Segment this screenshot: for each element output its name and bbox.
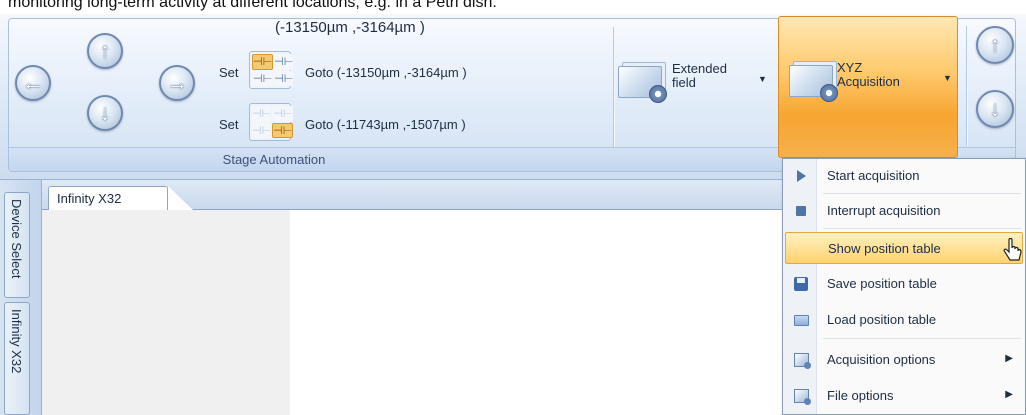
arrow-down-icon: ↓: [989, 96, 1001, 121]
menu-item-file-options[interactable]: File options ▶: [785, 380, 1023, 412]
menu-item-load-position-table[interactable]: Load position table: [785, 304, 1023, 336]
menu-item-interrupt-acquisition[interactable]: Interrupt acquisition: [785, 195, 1023, 227]
caption-text: monitoring long-term activity at differe…: [8, 0, 497, 11]
move-left-button[interactable]: ←: [15, 65, 51, 101]
move-right-button[interactable]: →: [159, 65, 195, 101]
extended-field-icon: [618, 66, 667, 103]
slot-icon[interactable]: ⊣⊢: [252, 106, 272, 122]
menu-item-acquisition-options[interactable]: Acquisition options ▶: [785, 344, 1023, 376]
set-position-1-button[interactable]: Set: [219, 65, 239, 80]
side-tab-label: Device Select: [9, 199, 24, 279]
group-separator: [966, 26, 967, 146]
slot-icon[interactable]: ⊣⊢: [252, 122, 272, 138]
group-label: Stage Automation: [222, 152, 326, 167]
dropdown-arrow-icon: ▼: [758, 74, 767, 84]
slot-icon[interactable]: ⊣⊢: [272, 106, 294, 122]
menu-item-save-position-table[interactable]: Save position table: [785, 268, 1023, 300]
arrow-left-icon: ←: [22, 70, 44, 95]
position-slot-grid-2[interactable]: ⊣⊢ ⊣⊢ ⊣⊢ ⊣⊢: [249, 103, 294, 141]
open-folder-icon: [793, 313, 809, 327]
menu-item-show-position-table[interactable]: Show position table: [785, 232, 1023, 264]
menu-item-label: Show position table: [828, 241, 941, 256]
slot-icon[interactable]: ⊣⊢: [272, 122, 294, 138]
slot-icon[interactable]: ⊣⊢: [274, 70, 294, 86]
side-tab-device-select[interactable]: Device Select: [4, 192, 30, 298]
options-icon: [793, 389, 811, 405]
menu-item-label: File options: [827, 388, 894, 403]
position-slot-grid-1[interactable]: ⊣⊢ ⊣⊢ ⊣⊢ ⊣⊢: [249, 51, 294, 89]
submenu-arrow-icon: ▶: [1005, 353, 1013, 364]
side-tab-infinity-x32[interactable]: Infinity X32: [4, 302, 30, 415]
move-down-button[interactable]: ↓: [87, 95, 123, 131]
save-disk-icon: [793, 277, 809, 291]
extended-field-button[interactable]: Extended field ▼: [612, 22, 780, 142]
menu-item-label: Interrupt acquisition: [827, 203, 941, 218]
move-up-button[interactable]: ↑: [87, 33, 123, 69]
slot-icon[interactable]: ⊣⊢: [252, 70, 274, 86]
xyz-acquisition-icon: [789, 65, 838, 102]
arrow-up-icon: ↑: [989, 32, 1001, 57]
play-icon: [793, 169, 809, 183]
document-tab[interactable]: Infinity X32: [48, 186, 168, 211]
goto-position-2-button[interactable]: Goto (-11743µm ,-1507µm ): [305, 117, 466, 132]
menu-item-label: Acquisition options: [827, 352, 936, 367]
menu-item-start-acquisition[interactable]: Start acquisition: [785, 160, 1023, 192]
slot-icon[interactable]: ⊣⊢: [274, 54, 294, 70]
menu-item-label: Load position table: [827, 312, 937, 327]
arrow-down-icon: ↓: [99, 100, 111, 125]
arrow-right-icon: →: [166, 70, 188, 95]
document-tab-label: Infinity X32: [57, 191, 122, 206]
goto-position-1-button[interactable]: Goto (-13150µm ,-3164µm ): [305, 65, 467, 80]
extended-field-label: Extended field: [672, 61, 727, 90]
caption-strip: monitoring long-term activity at differe…: [0, 0, 1026, 14]
set-position-2-button[interactable]: Set: [219, 117, 239, 132]
menu-separator: [823, 228, 1021, 229]
dropdown-arrow-icon: ▼: [943, 73, 952, 83]
arrow-up-icon: ↑: [99, 38, 111, 63]
menu-item-label: Start acquisition: [827, 168, 920, 183]
menu-item-label: Save position table: [827, 276, 937, 291]
move-down-button[interactable]: ↓: [976, 90, 1014, 128]
stop-icon: [793, 204, 809, 218]
current-position-readout: (-13150µm ,-3164µm ): [275, 19, 425, 36]
hand-cursor-icon: [1003, 238, 1022, 261]
side-tab-label: Infinity X32: [9, 309, 24, 374]
options-icon: [793, 353, 811, 369]
xyz-acquisition-label: XYZ Acquisition: [837, 60, 900, 89]
side-tab-strip: Device Select Infinity X32: [0, 180, 42, 415]
menu-separator: [823, 193, 1021, 194]
submenu-arrow-icon: ▶: [1005, 389, 1013, 400]
move-up-button[interactable]: ↑: [976, 26, 1014, 64]
xyz-acquisition-dropdown-menu: Start acquisition Interrupt acquisition …: [782, 158, 1026, 415]
image-canvas: [42, 210, 290, 415]
slot-icon[interactable]: ⊣⊢: [252, 54, 274, 70]
ribbon: ← ↑ ↓ → (-13150µm ,-3164µm ) Set ⊣⊢ ⊣⊢ ⊣…: [0, 14, 1026, 180]
tab-slant: [168, 186, 194, 211]
menu-separator: [823, 338, 1021, 339]
xyz-acquisition-button[interactable]: XYZ Acquisition ▼: [778, 16, 958, 158]
